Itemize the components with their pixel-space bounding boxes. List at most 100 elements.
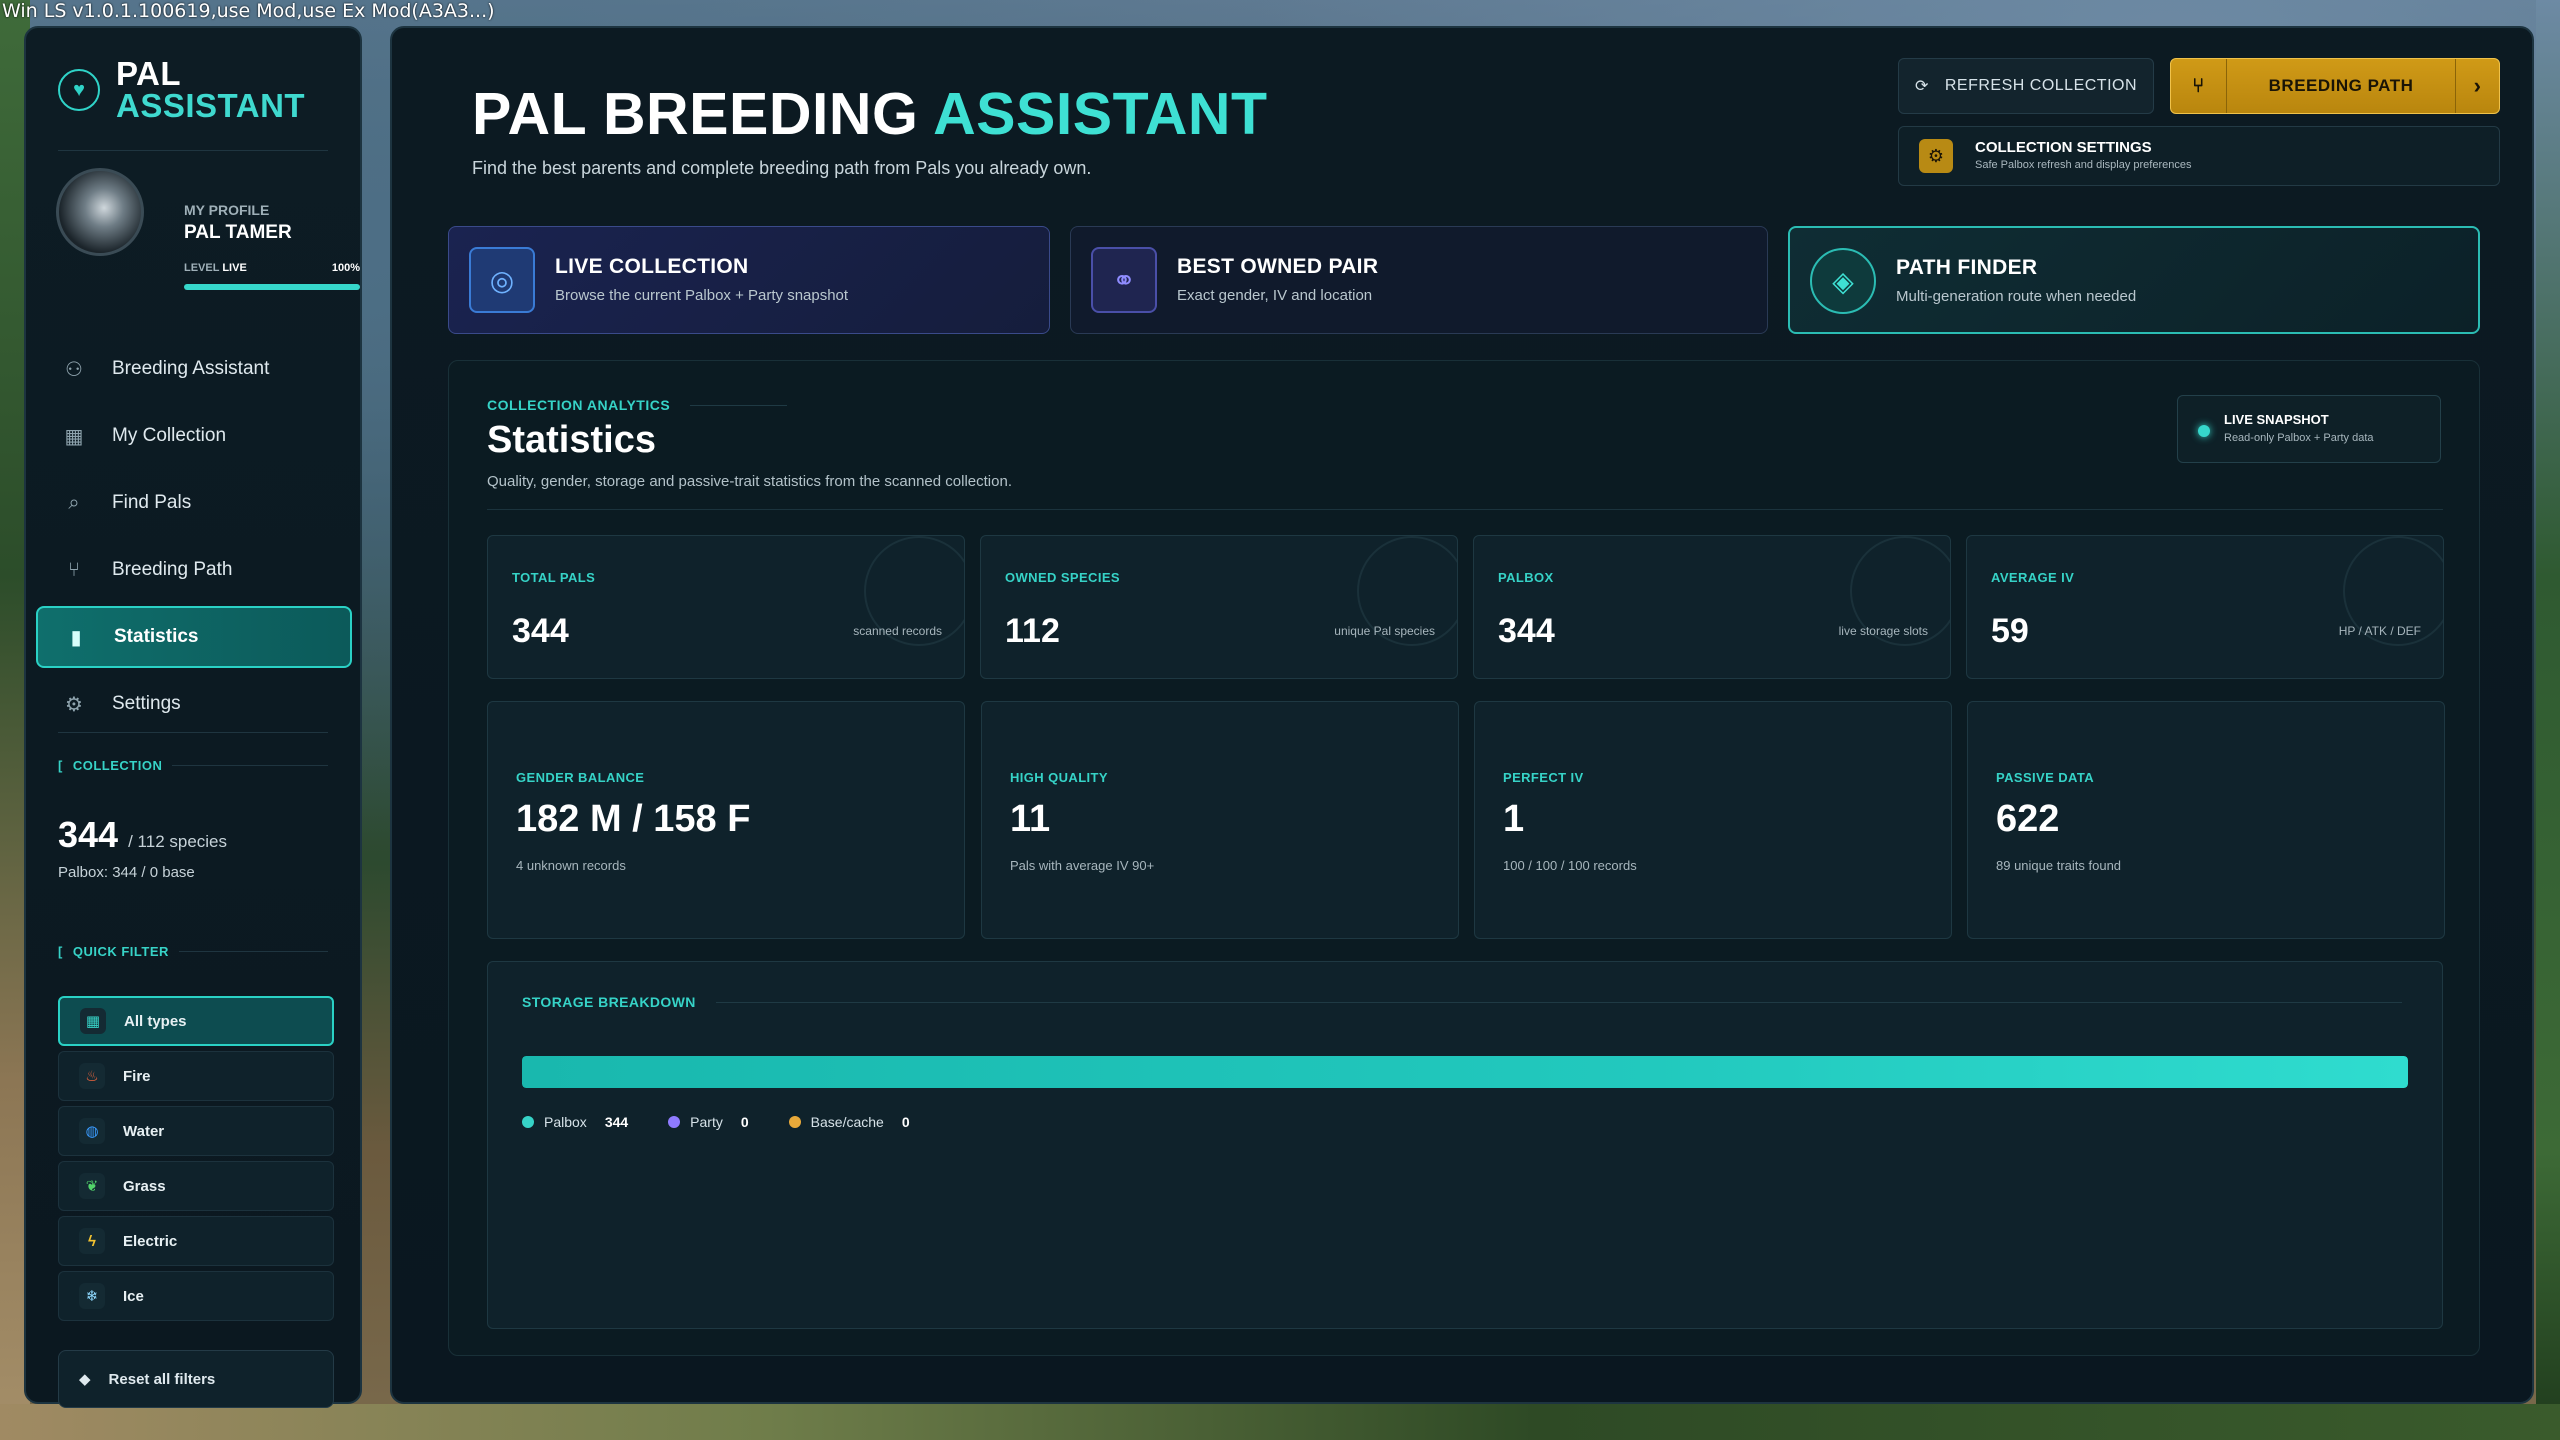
- avatar: [56, 168, 144, 256]
- stat-card-owned-species: OWNED SPECIES 112 unique Pal species: [980, 535, 1458, 679]
- stat-note: 4 unknown records: [516, 858, 626, 873]
- refresh-icon: ⟳: [1914, 78, 1929, 95]
- window-title: Win LS v1.0.1.100619,use Mod,use Ex Mod(…: [2, 0, 495, 22]
- profile[interactable]: MY PROFILE PAL TAMER LEVEL LIVE 100%: [56, 168, 360, 290]
- background-right: [2536, 0, 2560, 1440]
- storage-label: STORAGE BREAKDOWN: [522, 994, 2402, 1010]
- quick-filter-list: ▦ All types ♨ Fire ◍ Water ❦ Grass ϟ Electric ❄ Ice: [58, 996, 334, 1326]
- legend-value: 344: [604, 1114, 629, 1130]
- legend-swatch: [668, 1116, 681, 1128]
- storage-segment-palbox: [522, 1056, 2408, 1088]
- stat-card-passive-data: PASSIVE DATA 622 89 unique traits found: [1967, 701, 2445, 939]
- bolt-icon: ϟ: [79, 1228, 105, 1254]
- quick-filter-label: [QUICK FILTER: [58, 944, 328, 959]
- filter-fire[interactable]: ♨ Fire: [58, 1051, 334, 1101]
- stat-label: PALBOX: [1498, 570, 1554, 585]
- legend-swatch: [522, 1116, 534, 1128]
- live-collection-card[interactable]: ◎ LIVE COLLECTION Browse the current Pal…: [448, 226, 1050, 334]
- branch-icon: ⑂: [2171, 59, 2227, 113]
- sidebar-item-label: My Collection: [112, 425, 227, 446]
- sidebar-item-label: Statistics: [114, 626, 199, 647]
- filter-ice[interactable]: ❄ Ice: [58, 1271, 334, 1321]
- filter-label: Electric: [123, 1232, 178, 1250]
- sidebar-item-my-collection[interactable]: ▦ My Collection: [36, 405, 352, 467]
- level-percent: 100%: [331, 262, 360, 274]
- diamond-icon: ◈: [1810, 248, 1876, 314]
- logo-line-2: ASSISTANT: [116, 87, 306, 124]
- legend-item: Party 0: [668, 1114, 749, 1130]
- storage-bar: [522, 1056, 2408, 1088]
- stat-value: 622: [1996, 798, 2060, 840]
- reset-filters-button[interactable]: ◆ Reset all filters: [58, 1350, 334, 1408]
- path-finder-title: PATH FINDER: [1896, 256, 2038, 279]
- statistics-panel: COLLECTION ANALYTICS Statistics Quality,…: [448, 360, 2480, 1356]
- stat-label: AVERAGE IV: [1991, 570, 2075, 585]
- diamond-bullet-icon: ◆: [79, 1371, 91, 1388]
- live-collection-subtitle: Browse the current Palbox + Party snapsh…: [555, 287, 849, 304]
- stat-value: 1: [1503, 798, 1525, 840]
- sidebar-nav: ⚇ Breeding Assistant ▦ My Collection ⌕ Find P…: [36, 338, 352, 740]
- section-label: COLLECTION ANALYTICS: [487, 397, 787, 413]
- sidebar-item-settings[interactable]: ⚙ Settings: [36, 673, 352, 735]
- filter-water[interactable]: ◍ Water: [58, 1106, 334, 1156]
- background-bottom: [0, 1404, 2560, 1440]
- legend-name: Palbox: [544, 1114, 587, 1130]
- sidebar-item-statistics[interactable]: ▮ Statistics: [36, 606, 352, 668]
- page-subtitle: Find the best parents and complete breed…: [472, 158, 1092, 178]
- stat-card-gender-balance: GENDER BALANCE 182 M / 158 F 4 unknown r…: [487, 701, 965, 939]
- refresh-collection-button[interactable]: ⟳ REFRESH COLLECTION: [1898, 58, 2154, 114]
- stat-note: 89 unique traits found: [1996, 858, 2122, 873]
- sidebar-item-breeding-path[interactable]: ⑂ Breeding Path: [36, 539, 352, 601]
- sidebar-item-find-pals[interactable]: ⌕ Find Pals: [36, 472, 352, 534]
- live-collection-title: LIVE COLLECTION: [555, 255, 749, 278]
- branch-icon: ⑂: [68, 558, 80, 581]
- app-logo: ♥ PAL ASSISTANT: [58, 57, 306, 124]
- path-finder-card[interactable]: ◈ PATH FINDER Multi-generation route whe…: [1788, 226, 2480, 334]
- live-dot-icon: [2198, 425, 2210, 437]
- profile-name: PAL TAMER: [184, 222, 292, 243]
- legend-name: Base/cache: [810, 1114, 884, 1130]
- path-finder-subtitle: Multi-generation route when needed: [1896, 288, 2137, 305]
- collection-count: 344 / 112 species: [58, 814, 228, 855]
- stat-note: unique Pal species: [1334, 624, 1435, 638]
- statistics-title: Statistics: [487, 419, 656, 461]
- stat-card-palbox: PALBOX 344 live storage slots: [1473, 535, 1951, 679]
- stat-value: 344: [512, 612, 569, 650]
- sidebar-item-label: Settings: [112, 693, 181, 714]
- stat-label: PASSIVE DATA: [1996, 770, 2094, 785]
- refresh-collection-label: REFRESH COLLECTION: [1944, 77, 2138, 94]
- sidebar-item-label: Breeding Path: [112, 559, 233, 580]
- collection-settings-button[interactable]: ⚙ COLLECTION SETTINGS Safe Palbox refres…: [1898, 126, 2500, 186]
- filter-label: Fire: [123, 1067, 151, 1085]
- gear-icon: ⚙: [65, 693, 83, 716]
- stat-value: 11: [1010, 798, 1051, 840]
- filter-grass[interactable]: ❦ Grass: [58, 1161, 334, 1211]
- collection-label: [COLLECTION: [58, 758, 328, 773]
- legend-value: 0: [901, 1114, 910, 1130]
- live-snapshot-subtitle: Read-only Palbox + Party data: [2224, 432, 2374, 444]
- filter-all-types[interactable]: ▦ All types: [58, 996, 334, 1046]
- stat-value: 182 M / 158 F: [516, 798, 751, 840]
- collection-species: / 112 species: [128, 832, 228, 851]
- filter-label: All types: [124, 1012, 187, 1030]
- profile-label: MY PROFILE: [184, 202, 270, 218]
- stat-value: 59: [1991, 612, 2029, 650]
- sidebar-item-breeding-assistant[interactable]: ⚇ Breeding Assistant: [36, 338, 352, 400]
- pair-icon: ⚭: [1091, 247, 1157, 313]
- live-snapshot-title: LIVE SNAPSHOT: [2224, 412, 2329, 427]
- stat-label: OWNED SPECIES: [1005, 570, 1120, 585]
- all-types-icon: ▦: [80, 1008, 106, 1034]
- chevron-right-icon: ›: [2455, 59, 2499, 113]
- stat-note: live storage slots: [1838, 624, 1928, 638]
- reset-filters-label: Reset all filters: [108, 1370, 216, 1388]
- divider: [58, 732, 328, 733]
- best-owned-pair-title: BEST OWNED PAIR: [1177, 255, 1379, 278]
- breeding-path-label: BREEDING PATH: [2268, 76, 2414, 95]
- fire-icon: ♨: [79, 1063, 105, 1089]
- grid-icon: ▦: [64, 425, 84, 448]
- best-owned-pair-card[interactable]: ⚭ BEST OWNED PAIR Exact gender, IV and l…: [1070, 226, 1768, 334]
- breeding-path-button[interactable]: ⑂ BREEDING PATH ›: [2170, 58, 2500, 114]
- stat-note: HP / ATK / DEF: [2338, 624, 2421, 638]
- stat-label: HIGH QUALITY: [1010, 770, 1108, 785]
- filter-electric[interactable]: ϟ Electric: [58, 1216, 334, 1266]
